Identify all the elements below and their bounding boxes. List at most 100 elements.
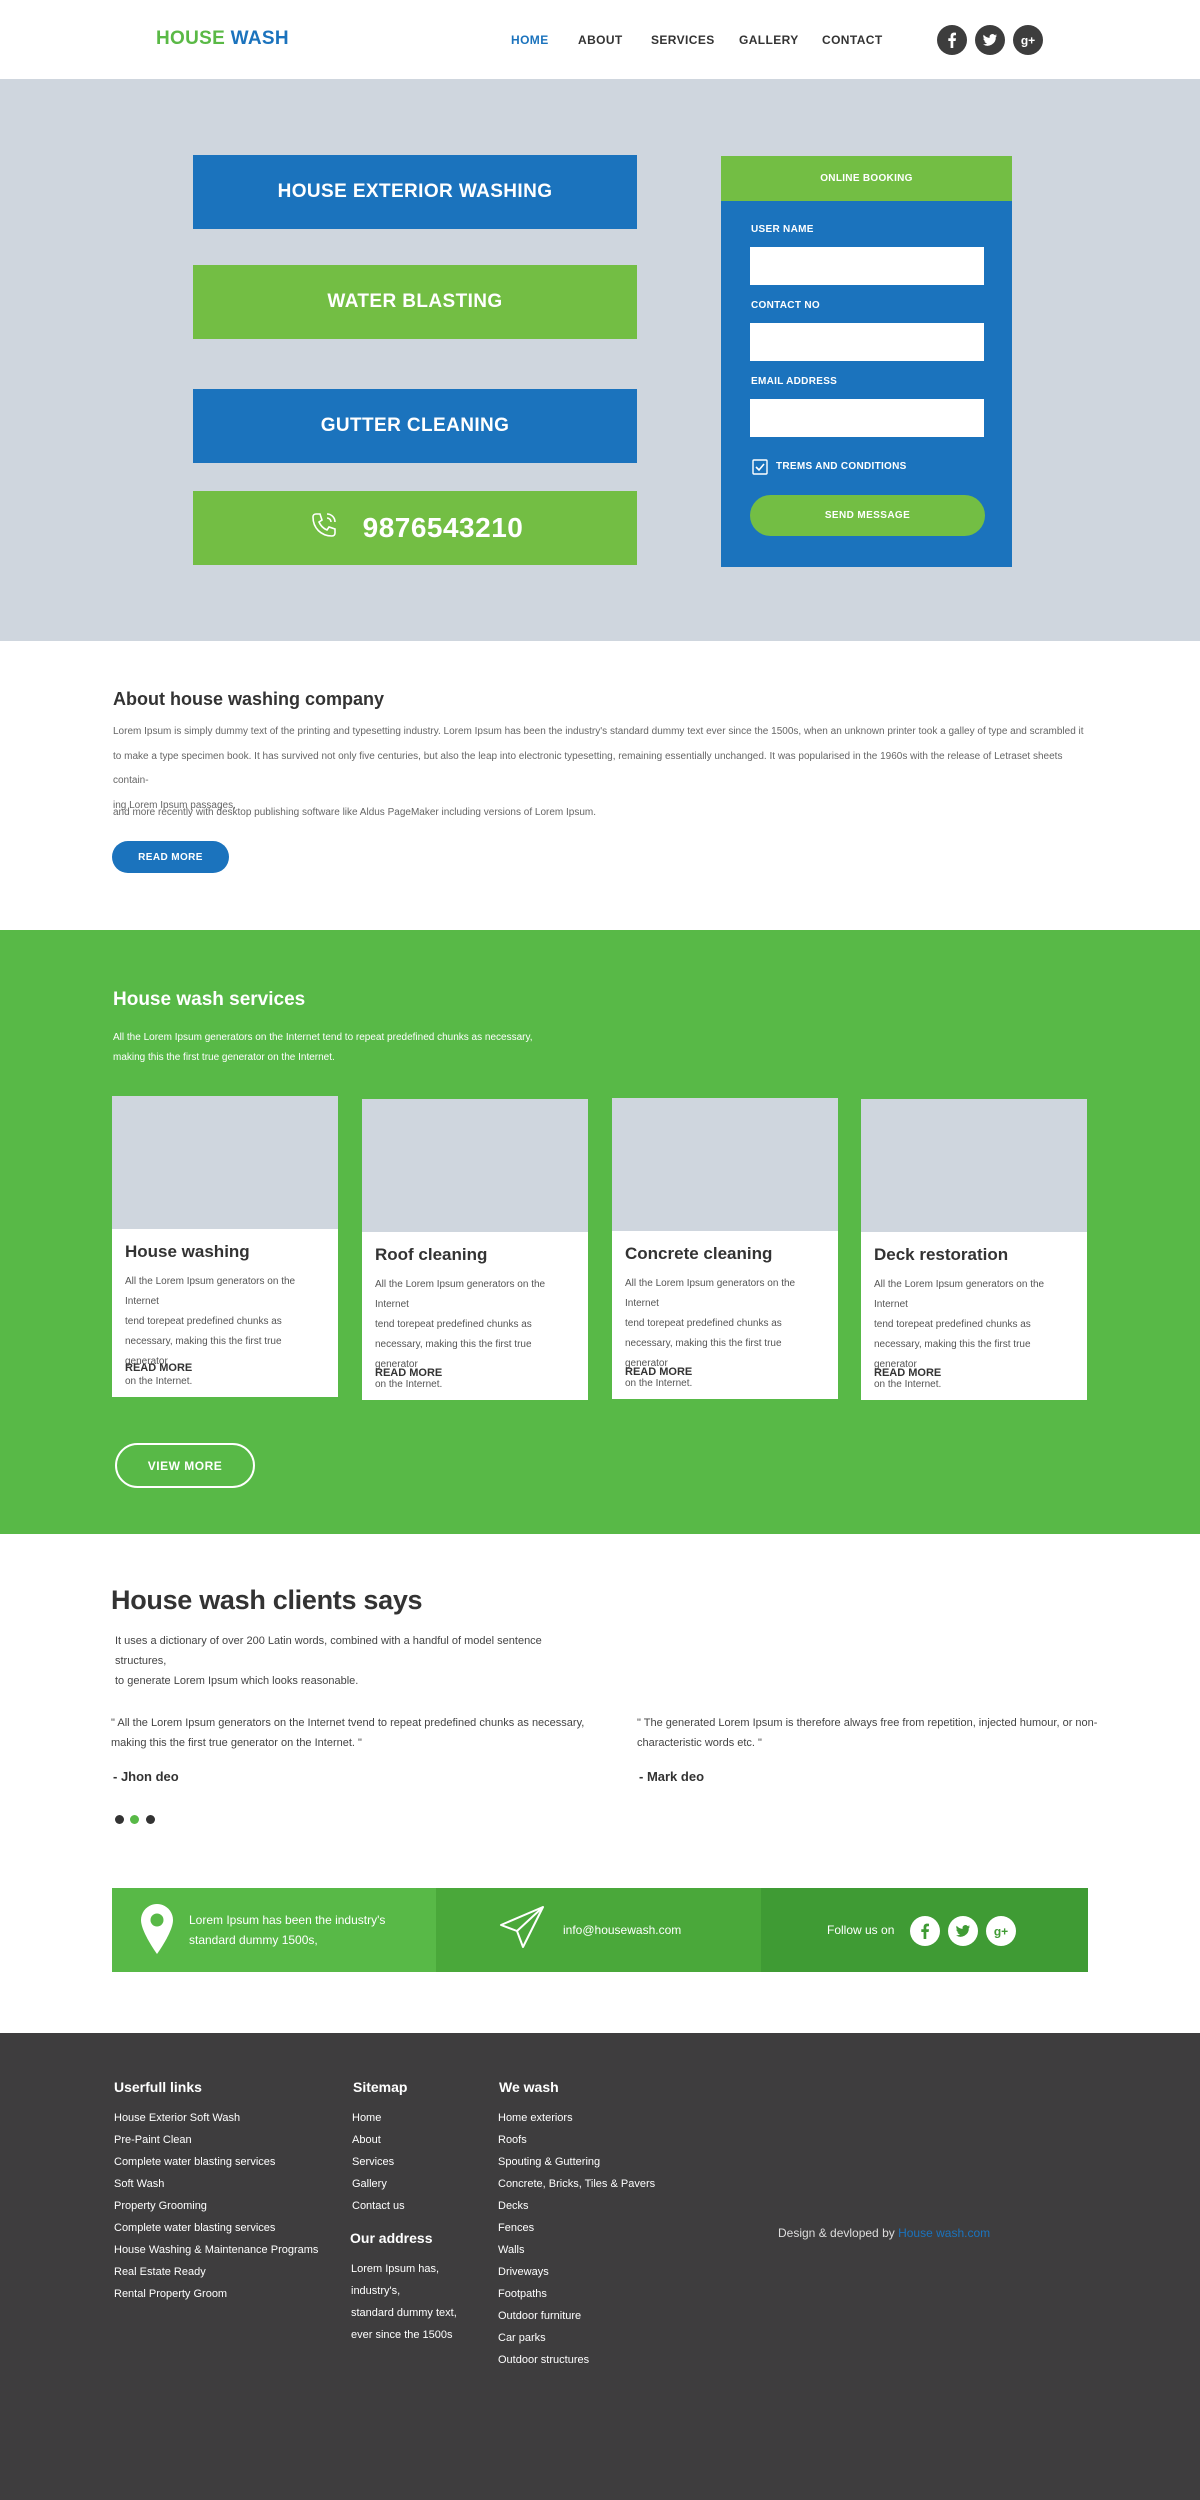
- water-blasting-button[interactable]: WATER BLASTING: [193, 265, 637, 339]
- we-wash-link[interactable]: Home exteriors: [498, 2107, 655, 2129]
- contact-no-input[interactable]: [750, 323, 984, 361]
- username-input[interactable]: [750, 247, 984, 285]
- footer-link[interactable]: Soft Wash: [114, 2173, 318, 2195]
- card-title: Deck restoration: [874, 1245, 1009, 1264]
- logo[interactable]: HOUSE WASH: [156, 28, 289, 50]
- nav-gallery[interactable]: GALLERY: [739, 33, 799, 47]
- card-read-more-link[interactable]: READ MORE: [874, 1367, 941, 1379]
- contact-no-label: CONTACT NO: [751, 300, 820, 311]
- email-label: EMAIL ADDRESS: [751, 376, 838, 387]
- paper-plane-icon: [499, 1905, 545, 1956]
- footer-link[interactable]: Complete water blasting services: [114, 2151, 318, 2173]
- carousel-dot-1[interactable]: [115, 1815, 124, 1824]
- sitemap-link[interactable]: Gallery: [352, 2173, 405, 2195]
- nav-services[interactable]: SERVICES: [651, 33, 715, 47]
- roof-cleaning-image-placeholder: [362, 1099, 588, 1232]
- nav-home[interactable]: HOME: [511, 33, 549, 47]
- we-wash-link[interactable]: Spouting & Guttering: [498, 2151, 655, 2173]
- sitemap-list: Home About Services Gallery Contact us: [352, 2107, 405, 2217]
- useful-links-list: House Exterior Soft Wash Pre-Paint Clean…: [114, 2107, 318, 2305]
- we-wash-link[interactable]: Footpaths: [498, 2283, 655, 2305]
- card-read-more-link[interactable]: READ MORE: [625, 1366, 692, 1378]
- nav-contact[interactable]: CONTACT: [822, 33, 883, 47]
- phone-icon: [307, 508, 341, 549]
- about-read-more-button[interactable]: READ MORE: [112, 841, 229, 873]
- contact-social-block: Follow us on g+: [761, 1888, 1088, 1972]
- we-wash-link[interactable]: Outdoor furniture: [498, 2305, 655, 2327]
- deck-restoration-image-placeholder: [861, 1099, 1087, 1232]
- site-header: HOUSE WASH HOME ABOUT SERVICES GALLERY C…: [0, 0, 1200, 79]
- contact-email-link[interactable]: info@housewash.com: [563, 1920, 681, 1940]
- footer-link[interactable]: Complete water blasting services: [114, 2217, 318, 2239]
- gutter-cleaning-button[interactable]: GUTTER CLEANING: [193, 389, 637, 463]
- carousel-dot-3[interactable]: [146, 1815, 155, 1824]
- we-wash-link[interactable]: Outdoor structures: [498, 2349, 655, 2371]
- sitemap-link[interactable]: Contact us: [352, 2195, 405, 2217]
- phone-call-button[interactable]: 9876543210: [193, 491, 637, 565]
- footer-link[interactable]: Real Estate Ready: [114, 2261, 318, 2283]
- we-wash-link[interactable]: Concrete, Bricks, Tiles & Pavers: [498, 2173, 655, 2195]
- email-input[interactable]: [750, 399, 984, 437]
- services-section: House wash services All the Lorem Ipsum …: [0, 930, 1200, 1534]
- we-wash-link[interactable]: Decks: [498, 2195, 655, 2217]
- svg-text:g+: g+: [1021, 34, 1035, 48]
- card-read-more-link[interactable]: READ MORE: [375, 1367, 442, 1379]
- sitemap-link[interactable]: Services: [352, 2151, 405, 2173]
- footer-link[interactable]: House Washing & Maintenance Programs: [114, 2239, 318, 2261]
- we-wash-link[interactable]: Roofs: [498, 2129, 655, 2151]
- username-label: USER NAME: [751, 224, 814, 235]
- card-title: Concrete cleaning: [625, 1244, 773, 1263]
- phone-number: 9876543210: [362, 512, 524, 543]
- address-title: Our address: [350, 2230, 433, 2246]
- services-description: All the Lorem Ipsum generators on the In…: [113, 1028, 573, 1068]
- testimonial-author-2: - Mark deo: [639, 1769, 705, 1784]
- follow-us-label: Follow us on: [827, 1923, 895, 1937]
- carousel-dot-2[interactable]: [130, 1815, 139, 1824]
- we-wash-link[interactable]: Driveways: [498, 2261, 655, 2283]
- contact-address-text: Lorem Ipsum has been the industry's stan…: [189, 1913, 386, 1947]
- footer-link[interactable]: Pre-Paint Clean: [114, 2129, 318, 2151]
- we-wash-link[interactable]: Fences: [498, 2217, 655, 2239]
- card-read-more-link[interactable]: READ MORE: [125, 1362, 192, 1374]
- facebook-icon[interactable]: [910, 1916, 940, 1951]
- view-more-button[interactable]: VIEW MORE: [115, 1443, 255, 1488]
- twitter-icon[interactable]: [948, 1916, 978, 1951]
- facebook-icon[interactable]: [937, 25, 967, 55]
- about-paragraph-2: and more recently with desktop publishin…: [113, 807, 597, 818]
- online-booking-form: ONLINE BOOKING USER NAME CONTACT NO EMAI…: [721, 156, 1012, 567]
- send-message-button[interactable]: SEND MESSAGE: [750, 495, 985, 536]
- we-wash-link[interactable]: Car parks: [498, 2327, 655, 2349]
- we-wash-link[interactable]: Walls: [498, 2239, 655, 2261]
- terms-checkbox[interactable]: [752, 459, 768, 475]
- service-card-house-washing: House washing All the Lorem Ipsum genera…: [112, 1096, 338, 1397]
- credit-link[interactable]: House wash.com: [898, 2226, 990, 2240]
- concrete-cleaning-image-placeholder: [612, 1098, 838, 1231]
- house-exterior-washing-button[interactable]: HOUSE EXTERIOR WASHING: [193, 155, 637, 229]
- footer-link[interactable]: House Exterior Soft Wash: [114, 2107, 318, 2129]
- services-desc-line: All the Lorem Ipsum generators on the In…: [113, 1032, 533, 1043]
- services-desc-line: making this the first true generator on …: [113, 1052, 335, 1063]
- we-wash-title: We wash: [499, 2079, 559, 2095]
- footer-address: Lorem Ipsum has, industry's, standard du…: [351, 2263, 457, 2341]
- about-title: About house washing company: [113, 689, 385, 709]
- footer-link[interactable]: Property Grooming: [114, 2195, 318, 2217]
- about-line: to make a type specimen book. It has sur…: [113, 750, 1063, 787]
- we-wash-list: Home exteriors Roofs Spouting & Gutterin…: [498, 2107, 655, 2371]
- footer-link[interactable]: Rental Property Groom: [114, 2283, 318, 2305]
- useful-links-title: Userfull links: [114, 2079, 202, 2095]
- sitemap-link[interactable]: Home: [352, 2107, 405, 2129]
- services-title: House wash services: [113, 989, 306, 1010]
- google-plus-icon[interactable]: g+: [986, 1916, 1016, 1951]
- booking-title: ONLINE BOOKING: [721, 156, 1012, 201]
- site-footer: Userfull links House Exterior Soft Wash …: [0, 2033, 1200, 2500]
- nav-about[interactable]: ABOUT: [578, 33, 623, 47]
- twitter-icon[interactable]: [975, 25, 1005, 55]
- footer-credit: Design & devloped by House wash.com: [778, 2226, 991, 2240]
- sitemap-link[interactable]: About: [352, 2129, 405, 2151]
- house-washing-image-placeholder: [112, 1096, 338, 1229]
- card-title: Roof cleaning: [375, 1245, 488, 1264]
- terms-label[interactable]: TREMS AND CONDITIONS: [776, 461, 907, 472]
- google-plus-icon[interactable]: g+: [1013, 25, 1043, 55]
- service-card-deck-restoration: Deck restoration All the Lorem Ipsum gen…: [861, 1099, 1087, 1400]
- contact-address-block: Lorem Ipsum has been the industry's stan…: [112, 1888, 436, 1972]
